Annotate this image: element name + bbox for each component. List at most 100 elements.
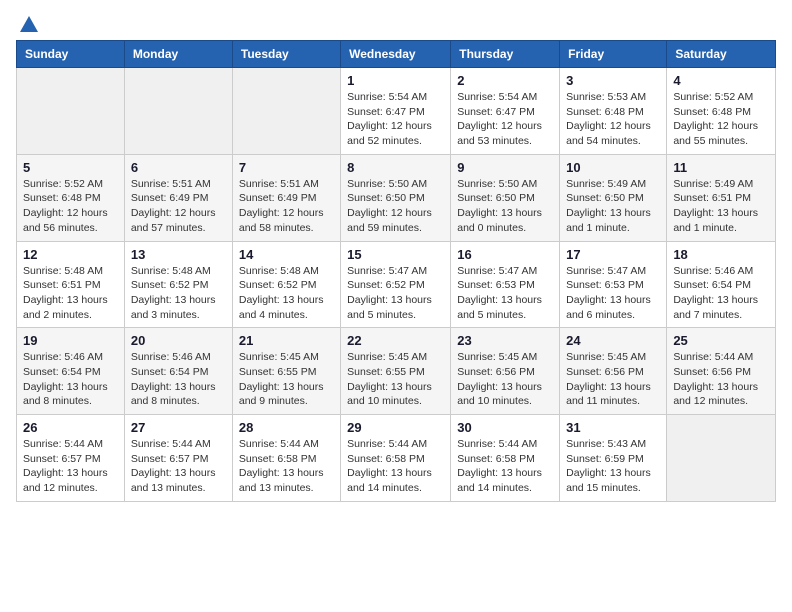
day-info: Sunrise: 5:45 AM Sunset: 6:56 PM Dayligh… [457, 350, 553, 409]
day-info: Sunrise: 5:50 AM Sunset: 6:50 PM Dayligh… [347, 177, 444, 236]
day-header-sunday: Sunday [17, 41, 125, 68]
calendar-cell: 16 Sunrise: 5:47 AM Sunset: 6:53 PM Dayli… [451, 241, 560, 328]
calendar-cell: 2 Sunrise: 5:54 AM Sunset: 6:47 PM Daylig… [451, 68, 560, 155]
day-number: 18 [673, 247, 769, 262]
calendar-cell: 17 Sunrise: 5:47 AM Sunset: 6:53 PM Dayli… [560, 241, 667, 328]
day-info: Sunrise: 5:48 AM Sunset: 6:52 PM Dayligh… [239, 264, 334, 323]
day-info: Sunrise: 5:52 AM Sunset: 6:48 PM Dayligh… [673, 90, 769, 149]
day-number: 11 [673, 160, 769, 175]
calendar-cell: 22Sunrise: 5:45 AM Sunset: 6:55 PM Dayli… [341, 328, 451, 415]
day-number: 10 [566, 160, 660, 175]
day-number: 17 [566, 247, 660, 262]
day-info: Sunrise: 5:45 AM Sunset: 6:55 PM Dayligh… [347, 350, 444, 409]
calendar-cell: 18 Sunrise: 5:46 AM Sunset: 6:54 PM Dayli… [667, 241, 776, 328]
day-info: Sunrise: 5:48 AM Sunset: 6:51 PM Dayligh… [23, 264, 118, 323]
calendar-cell: 10 Sunrise: 5:49 AM Sunset: 6:50 PM Dayli… [560, 154, 667, 241]
calendar-cell: 8 Sunrise: 5:50 AM Sunset: 6:50 PM Daylig… [341, 154, 451, 241]
day-info: Sunrise: 5:53 AM Sunset: 6:48 PM Dayligh… [566, 90, 660, 149]
day-number: 7 [239, 160, 334, 175]
calendar-cell: 25 Sunrise: 5:44 AM Sunset: 6:56 PM Dayli… [667, 328, 776, 415]
calendar-cell [667, 415, 776, 502]
calendar-cell: 11Sunrise: 5:49 AM Sunset: 6:51 PM Dayli… [667, 154, 776, 241]
calendar-cell: 6 Sunrise: 5:51 AM Sunset: 6:49 PM Daylig… [124, 154, 232, 241]
calendar-cell: 19 Sunrise: 5:46 AM Sunset: 6:54 PM Dayli… [17, 328, 125, 415]
calendar-week-4: 19 Sunrise: 5:46 AM Sunset: 6:54 PM Dayli… [17, 328, 776, 415]
day-info: Sunrise: 5:43 AM Sunset: 6:59 PM Dayligh… [566, 437, 660, 496]
day-header-monday: Monday [124, 41, 232, 68]
calendar-cell: 31 Sunrise: 5:43 AM Sunset: 6:59 PM Dayli… [560, 415, 667, 502]
day-number: 2 [457, 73, 553, 88]
day-info: Sunrise: 5:47 AM Sunset: 6:52 PM Dayligh… [347, 264, 444, 323]
day-number: 14 [239, 247, 334, 262]
calendar-cell: 27Sunrise: 5:44 AM Sunset: 6:57 PM Dayli… [124, 415, 232, 502]
calendar-cell: 5Sunrise: 5:52 AM Sunset: 6:48 PM Daylig… [17, 154, 125, 241]
calendar-cell: 21 Sunrise: 5:45 AM Sunset: 6:55 PM Dayli… [232, 328, 340, 415]
day-info: Sunrise: 5:54 AM Sunset: 6:47 PM Dayligh… [347, 90, 444, 149]
day-info: Sunrise: 5:44 AM Sunset: 6:57 PM Dayligh… [23, 437, 118, 496]
calendar-cell: 20 Sunrise: 5:46 AM Sunset: 6:54 PM Dayli… [124, 328, 232, 415]
page-header [16, 16, 776, 32]
calendar-week-3: 12 Sunrise: 5:48 AM Sunset: 6:51 PM Dayli… [17, 241, 776, 328]
day-number: 28 [239, 420, 334, 435]
day-info: Sunrise: 5:47 AM Sunset: 6:53 PM Dayligh… [457, 264, 553, 323]
day-number: 1 [347, 73, 444, 88]
day-info: Sunrise: 5:52 AM Sunset: 6:48 PM Dayligh… [23, 177, 118, 236]
day-header-friday: Friday [560, 41, 667, 68]
day-number: 20 [131, 333, 226, 348]
day-info: Sunrise: 5:44 AM Sunset: 6:58 PM Dayligh… [239, 437, 334, 496]
calendar-cell: 12 Sunrise: 5:48 AM Sunset: 6:51 PM Dayli… [17, 241, 125, 328]
day-number: 6 [131, 160, 226, 175]
calendar-cell: 15Sunrise: 5:47 AM Sunset: 6:52 PM Dayli… [341, 241, 451, 328]
day-info: Sunrise: 5:54 AM Sunset: 6:47 PM Dayligh… [457, 90, 553, 149]
day-number: 4 [673, 73, 769, 88]
day-number: 9 [457, 160, 553, 175]
day-info: Sunrise: 5:46 AM Sunset: 6:54 PM Dayligh… [673, 264, 769, 323]
day-number: 16 [457, 247, 553, 262]
day-number: 25 [673, 333, 769, 348]
day-number: 30 [457, 420, 553, 435]
day-number: 8 [347, 160, 444, 175]
calendar-cell: 3 Sunrise: 5:53 AM Sunset: 6:48 PM Daylig… [560, 68, 667, 155]
day-info: Sunrise: 5:44 AM Sunset: 6:56 PM Dayligh… [673, 350, 769, 409]
calendar-cell: 1 Sunrise: 5:54 AM Sunset: 6:47 PM Daylig… [341, 68, 451, 155]
logo-icon [18, 14, 40, 36]
calendar-cell [17, 68, 125, 155]
day-info: Sunrise: 5:45 AM Sunset: 6:55 PM Dayligh… [239, 350, 334, 409]
day-number: 13 [131, 247, 226, 262]
calendar-cell: 26 Sunrise: 5:44 AM Sunset: 6:57 PM Dayli… [17, 415, 125, 502]
day-info: Sunrise: 5:48 AM Sunset: 6:52 PM Dayligh… [131, 264, 226, 323]
day-number: 31 [566, 420, 660, 435]
day-header-wednesday: Wednesday [341, 41, 451, 68]
calendar-table: SundayMondayTuesdayWednesdayThursdayFrid… [16, 40, 776, 502]
day-info: Sunrise: 5:51 AM Sunset: 6:49 PM Dayligh… [131, 177, 226, 236]
day-info: Sunrise: 5:46 AM Sunset: 6:54 PM Dayligh… [23, 350, 118, 409]
day-number: 24 [566, 333, 660, 348]
logo [16, 16, 40, 32]
calendar-cell: 23 Sunrise: 5:45 AM Sunset: 6:56 PM Dayli… [451, 328, 560, 415]
calendar-cell: 13 Sunrise: 5:48 AM Sunset: 6:52 PM Dayli… [124, 241, 232, 328]
calendar-cell [232, 68, 340, 155]
day-info: Sunrise: 5:49 AM Sunset: 6:50 PM Dayligh… [566, 177, 660, 236]
day-number: 23 [457, 333, 553, 348]
day-number: 27 [131, 420, 226, 435]
calendar-cell: 24 Sunrise: 5:45 AM Sunset: 6:56 PM Dayli… [560, 328, 667, 415]
day-number: 3 [566, 73, 660, 88]
day-number: 26 [23, 420, 118, 435]
calendar-cell: 9Sunrise: 5:50 AM Sunset: 6:50 PM Daylig… [451, 154, 560, 241]
day-info: Sunrise: 5:47 AM Sunset: 6:53 PM Dayligh… [566, 264, 660, 323]
day-header-thursday: Thursday [451, 41, 560, 68]
day-number: 19 [23, 333, 118, 348]
day-info: Sunrise: 5:45 AM Sunset: 6:56 PM Dayligh… [566, 350, 660, 409]
calendar-cell: 7Sunrise: 5:51 AM Sunset: 6:49 PM Daylig… [232, 154, 340, 241]
calendar-cell: 14 Sunrise: 5:48 AM Sunset: 6:52 PM Dayli… [232, 241, 340, 328]
calendar-week-5: 26 Sunrise: 5:44 AM Sunset: 6:57 PM Dayli… [17, 415, 776, 502]
day-number: 12 [23, 247, 118, 262]
calendar-cell: 29Sunrise: 5:44 AM Sunset: 6:58 PM Dayli… [341, 415, 451, 502]
day-number: 29 [347, 420, 444, 435]
day-number: 21 [239, 333, 334, 348]
day-header-tuesday: Tuesday [232, 41, 340, 68]
calendar-cell: 4 Sunrise: 5:52 AM Sunset: 6:48 PM Daylig… [667, 68, 776, 155]
day-info: Sunrise: 5:46 AM Sunset: 6:54 PM Dayligh… [131, 350, 226, 409]
calendar-header-row: SundayMondayTuesdayWednesdayThursdayFrid… [17, 41, 776, 68]
calendar-cell: 30Sunrise: 5:44 AM Sunset: 6:58 PM Dayli… [451, 415, 560, 502]
